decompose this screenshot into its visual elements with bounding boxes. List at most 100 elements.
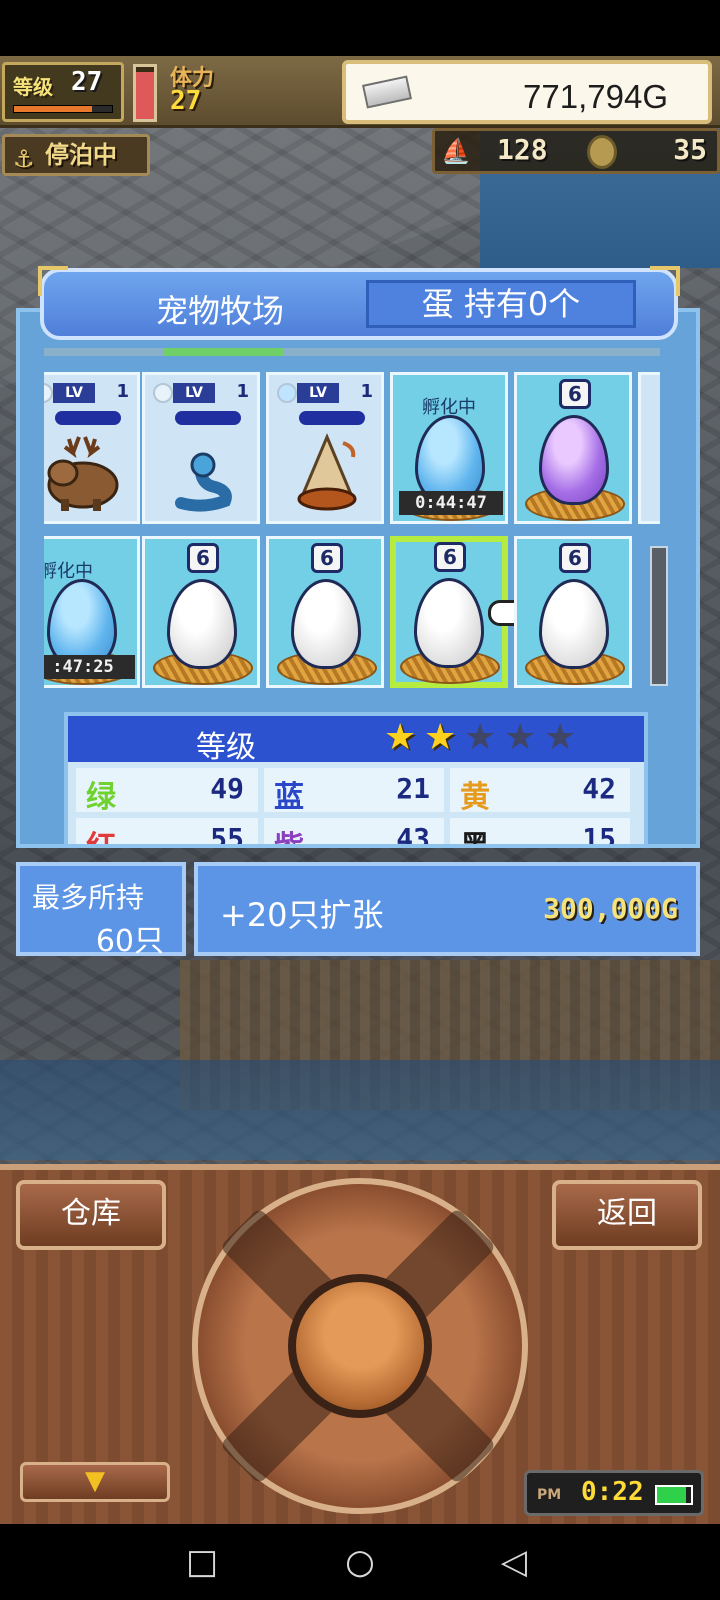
egg-count-badge: 蛋 持有0个 [366,280,636,328]
page-tab-indicator[interactable] [164,348,284,356]
lv-value: 1 [360,381,373,402]
pet-card[interactable] [638,372,660,524]
hatching-egg-card[interactable]: 孵化中 :47:25 [44,536,140,688]
stats-title: 等级 [196,730,256,765]
selected-egg-card[interactable]: 6 [390,536,536,688]
hatching-egg-card[interactable]: 孵化中 0:44:47 [390,372,508,524]
stat-value: 15 [582,822,616,848]
stat-value: 55 [210,822,244,848]
egg-card[interactable]: 6 [514,536,632,688]
pet-card[interactable]: LV 1 [44,372,140,524]
hatch-timer: 0:44:47 [399,491,503,515]
stat-name: 蓝 [274,780,304,815]
egg-level: 6 [434,542,466,572]
game-clock: PM 0:22 [524,1470,704,1516]
stat-name: 黑 [460,830,490,848]
star-filled-icon: ★ [424,717,457,758]
gold-amount: 771,794G [523,78,668,115]
lv-bar [299,411,365,425]
stat-cell: 紫 43 [264,818,444,848]
warehouse-button[interactable]: 仓库 [16,1180,166,1250]
home-icon[interactable]: ○ [330,1542,390,1582]
stat-name: 绿 [86,780,116,815]
silver-bar-icon [362,75,412,109]
egg-card[interactable]: 6 [514,372,632,524]
hermit-shell-icon [297,433,357,511]
ship-icon: ⛵ [441,137,471,165]
stat-value: 49 [210,772,244,805]
blue-serpent-icon [175,452,232,512]
stat-cell: 红 55 [76,818,258,848]
egg-card[interactable]: 6 [266,536,384,688]
dpad-center-button[interactable] [288,1274,432,1418]
stamina-gauge [133,64,157,122]
stat-value: 21 [396,772,430,805]
back-button[interactable]: 返回 [552,1180,702,1250]
egg-level: 6 [559,543,591,573]
moor-status[interactable]: ⚓ 停泊中 [2,134,150,176]
white-egg-icon [539,579,609,669]
water-lower [0,1060,720,1160]
page-title: 宠物牧场 [156,292,285,330]
white-egg-icon [167,579,237,669]
stamina-value: 27 [170,86,202,116]
level-label: 等级 [13,75,53,99]
element-icon [153,383,173,403]
expand-label: +20只扩张 [220,896,384,934]
exp-bar [13,105,113,113]
recents-icon[interactable]: □ [172,1542,232,1582]
star-filled-icon: ★ [384,717,417,758]
medal-icon [587,135,617,169]
exp-bar-fill [14,106,93,112]
anchor-icon: ⚓ [13,145,35,173]
stat-cell: 蓝 21 [264,768,444,815]
menu-down-button[interactable]: ▼ [20,1462,170,1502]
star-empty-icon: ★ [504,717,537,758]
clock-time: 0:22 [581,1477,644,1507]
pet-grid: LV 1 LV 1 LV 1 孵化中 0:44:47 6 孵化中:47:25 … [44,372,660,700]
pet-card[interactable]: LV 1 [142,372,260,524]
resource-a-value: 128 [497,133,548,166]
expand-price: 300,000G [543,892,678,925]
stat-value: 43 [396,822,430,848]
lv-value: 1 [116,381,129,402]
egg-level: 6 [187,543,219,573]
egg-card[interactable]: 6 [142,536,260,688]
clock-ampm: PM [537,1487,562,1503]
battery-icon [655,1485,693,1505]
system-nav-bar: □ ○ ◁ [0,1524,720,1600]
white-egg-icon [291,579,361,669]
resource-bar: ⛵ 128 35 [432,128,720,174]
level-box: 等级 27 [2,62,124,122]
lv-label: LV [297,383,339,403]
lv-label: LV [53,383,95,403]
stats-panel: 等级 ★ ★ ★ ★ ★ 绿 49 蓝 21 黄 42 红 55 紫 43 黑 … [64,712,648,848]
pet-card[interactable]: LV 1 [266,372,384,524]
battery-fill [657,1487,686,1503]
back-nav-icon[interactable]: ◁ [484,1542,544,1582]
max-capacity-box: 最多所持 60只 [16,862,186,959]
stat-name: 黄 [460,780,490,815]
egg-level: 6 [559,379,591,409]
stamina-gauge-fill [136,72,154,119]
reindeer-icon [47,436,119,511]
max-capacity-label: 最多所持 [32,881,145,914]
element-icon [277,383,297,403]
stats-header: 等级 ★ ★ ★ ★ ★ [68,716,644,765]
hatch-timer: :47:25 [44,655,135,679]
lv-value: 1 [236,381,249,402]
stat-name: 紫 [274,830,304,848]
resource-b-value: 35 [673,133,707,166]
lv-bar [55,411,121,425]
gold-display: 771,794G [342,60,712,124]
star-empty-icon: ★ [464,717,497,758]
page-tab-track [44,348,660,356]
purple-egg-icon [539,415,609,505]
expand-capacity-button[interactable]: +20只扩张 300,000G [194,862,700,956]
grid-scrollbar[interactable] [650,546,668,686]
moor-label: 停泊中 [45,141,117,169]
stat-cell: 绿 49 [76,768,258,815]
white-egg-icon [414,578,484,668]
status-bar [0,0,720,56]
level-value: 27 [71,67,103,97]
